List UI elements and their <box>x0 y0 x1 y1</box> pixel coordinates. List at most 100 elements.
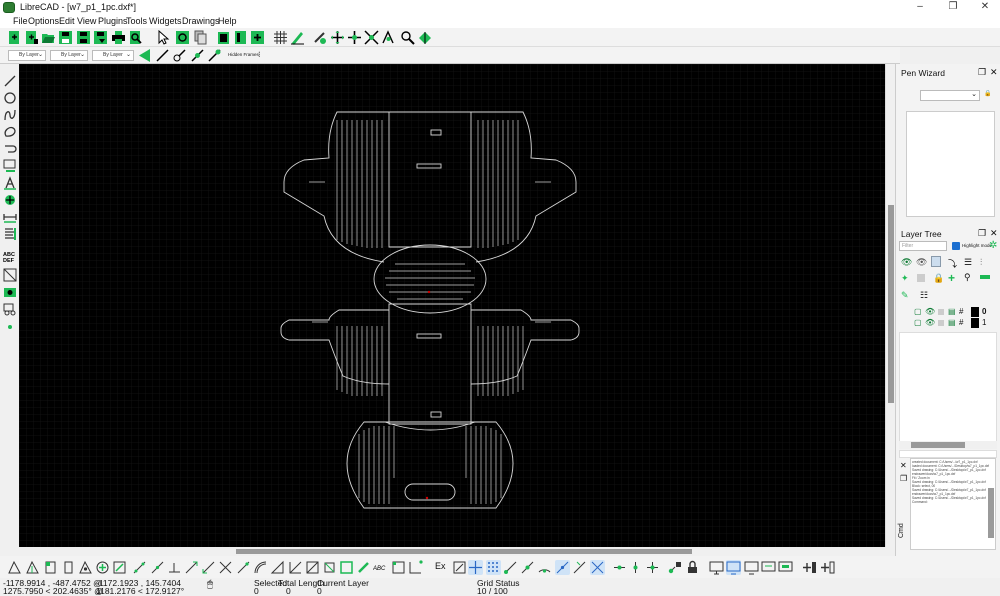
camera-tool-icon[interactable] <box>3 285 17 299</box>
zoom-in-icon[interactable] <box>330 30 345 45</box>
dimension-tool-icon[interactable] <box>3 210 17 224</box>
zoom-previous-icon[interactable] <box>381 30 396 45</box>
unlock-all-icon[interactable] <box>917 274 925 282</box>
copy-icon[interactable] <box>193 30 208 45</box>
new-from-template-icon[interactable] <box>24 30 39 45</box>
command-history[interactable]: created document: C:/Users/.../w7_p1_1pc… <box>910 458 996 550</box>
zoom-pan-icon[interactable] <box>417 30 432 45</box>
construction-toggle-icon[interactable]: # <box>959 318 963 327</box>
paste-icon[interactable] <box>216 30 231 45</box>
text-tool-icon[interactable] <box>3 176 17 190</box>
menu-view[interactable]: View <box>77 16 96 26</box>
snap-center-icon[interactable] <box>78 560 93 575</box>
snap-center-mode-icon[interactable] <box>537 560 552 575</box>
hatch-tool-icon[interactable] <box>3 227 17 241</box>
drawing-area[interactable] <box>19 64 885 547</box>
lock-relative-zero-icon[interactable] <box>685 560 700 575</box>
horizontal-scroll-thumb[interactable] <box>236 549 692 554</box>
layer-list-icon[interactable]: ☰ <box>964 257 972 268</box>
close-icon[interactable]: ✕ <box>990 67 998 78</box>
snap-box-icon[interactable] <box>322 560 337 575</box>
circle-tool-icon[interactable] <box>3 91 17 105</box>
restrict-horiz-icon[interactable] <box>645 560 660 575</box>
layer-row[interactable]: ▢ 👁 ▤ # 0 <box>911 307 991 317</box>
line-tool-icon[interactable] <box>3 74 17 88</box>
pen-wizard-combo[interactable]: ⌄ <box>920 90 980 101</box>
menu-drawings[interactable]: Drawings <box>182 16 220 26</box>
add-view-icon[interactable] <box>802 560 817 575</box>
print-icon[interactable] <box>111 30 126 45</box>
snap-grid-icon[interactable] <box>25 560 40 575</box>
restrict-nothing-icon[interactable] <box>612 560 627 575</box>
snap-free-icon[interactable] <box>7 560 22 575</box>
relative-zero-icon[interactable] <box>668 560 683 575</box>
restrict-vertical-icon[interactable] <box>236 560 251 575</box>
layer-tree-hscroll-thumb[interactable] <box>911 442 965 448</box>
settings-gear-icon[interactable]: ✲ <box>989 240 997 251</box>
pen-wizard-list[interactable] <box>906 111 995 217</box>
menu-edit[interactable]: Edit <box>59 16 75 26</box>
print-toggle-icon[interactable]: ▤ <box>948 318 956 327</box>
snap-tangent-icon[interactable] <box>150 560 165 575</box>
save-as-icon[interactable] <box>93 30 108 45</box>
view-monitor-icon[interactable] <box>709 560 724 575</box>
snap-polyline-icon[interactable] <box>288 560 303 575</box>
pen-color-combo[interactable]: By Layer ⌄ <box>8 50 46 61</box>
layer-color-swatch[interactable] <box>971 318 979 328</box>
snap-polygon-icon[interactable] <box>270 560 285 575</box>
lock-all-icon[interactable]: 🔒 <box>933 273 944 284</box>
float-icon[interactable]: ❐ <box>978 228 986 239</box>
snap-center-icon[interactable] <box>190 48 205 63</box>
float-icon[interactable]: ❐ <box>978 67 986 78</box>
open-file-icon[interactable] <box>41 30 56 45</box>
hide-all-layers-icon[interactable]: 👁 <box>916 257 927 268</box>
restrict-none-icon[interactable] <box>184 560 199 575</box>
remove-layer-icon[interactable] <box>980 275 990 279</box>
snap-pencil-icon[interactable] <box>356 560 371 575</box>
view-monitor-2-icon[interactable] <box>744 560 759 575</box>
layer-tree-hscroll[interactable] <box>899 441 997 449</box>
view-monitor-4-icon[interactable] <box>778 560 793 575</box>
float-icon[interactable]: ❐ <box>900 474 907 483</box>
lock-toggle-icon[interactable] <box>938 320 944 326</box>
snap-crosshair-icon[interactable] <box>468 560 483 575</box>
add-layer-wizard-icon[interactable]: ✦ <box>901 273 909 284</box>
info-tool-icon[interactable] <box>3 302 17 316</box>
close-button[interactable]: ✕ <box>970 0 1000 15</box>
layer-sort-icon[interactable]: ⫶ <box>980 257 982 268</box>
menu-file[interactable]: File <box>13 16 28 26</box>
snap-line-icon[interactable] <box>155 48 170 63</box>
snap-perpendicular-icon[interactable] <box>167 560 182 575</box>
add-layer-icon[interactable]: + <box>948 271 955 285</box>
point-tool-icon[interactable] <box>3 320 17 334</box>
layer-color-swatch[interactable] <box>971 307 979 317</box>
visibility-eye-icon[interactable]: 👁 <box>925 307 935 316</box>
zoom-auto-icon[interactable] <box>364 30 379 45</box>
horizontal-scrollbar[interactable] <box>19 547 885 556</box>
snap-endpoint-mode-icon[interactable] <box>503 560 518 575</box>
image-tool-icon[interactable] <box>3 268 17 282</box>
lock-toggle-icon[interactable] <box>938 309 944 315</box>
vertical-scroll-thumb[interactable] <box>888 205 894 403</box>
print-toggle-icon[interactable]: ▤ <box>948 307 956 316</box>
hidden-frames-label[interactable]: Hidden Frames <box>228 52 259 57</box>
pen-width-combo[interactable]: By Layer ⌄ <box>50 50 88 61</box>
restrict-horizontal-icon[interactable] <box>218 560 233 575</box>
zoom-window-icon[interactable] <box>400 30 415 45</box>
snap-intersection-icon[interactable] <box>132 560 147 575</box>
snap-intersection-mode-icon[interactable] <box>590 560 605 575</box>
snap-on-entity-mode-icon[interactable] <box>520 560 535 575</box>
zoom-out-icon[interactable] <box>347 30 362 45</box>
view-monitor-active-icon[interactable] <box>726 560 741 575</box>
snap-middle-icon[interactable] <box>95 560 110 575</box>
menu-plugins[interactable]: Plugins <box>98 16 128 26</box>
new-file-icon[interactable] <box>7 30 22 45</box>
construction-toggle-icon[interactable]: # <box>959 307 963 316</box>
snap-select-icon[interactable] <box>339 560 354 575</box>
layer-filter-input[interactable]: Filter <box>899 241 947 251</box>
snap-rectangle-icon[interactable] <box>305 560 320 575</box>
drawing-canvas[interactable] <box>19 64 885 547</box>
command-scroll-thumb[interactable] <box>988 488 994 538</box>
show-all-layers-icon[interactable]: 👁 <box>901 257 912 268</box>
menu-tools[interactable]: Tools <box>126 16 147 26</box>
